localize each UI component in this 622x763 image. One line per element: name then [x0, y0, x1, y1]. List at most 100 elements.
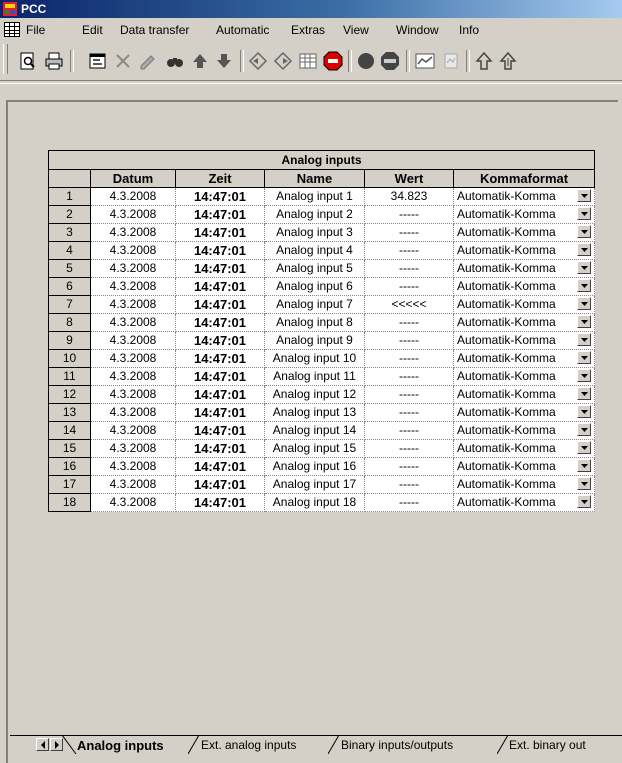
name-cell[interactable]: Analog input 2 [264, 205, 365, 224]
kommaformat-select[interactable]: Automatik-Komma [453, 403, 595, 422]
zeit-cell[interactable]: 14:47:01 [175, 403, 265, 422]
table-row[interactable]: 18 4.3.2008 14:47:01 Analog input 18 ----- Au… [48, 493, 595, 512]
dropdown-button[interactable] [577, 279, 591, 292]
name-cell[interactable]: Analog input 15 [264, 439, 365, 458]
datum-cell[interactable]: 4.3.2008 [90, 277, 176, 296]
up-arrow-icon[interactable] [473, 50, 495, 72]
name-cell[interactable]: Analog input 17 [264, 475, 365, 494]
zeit-cell[interactable]: 14:47:01 [175, 259, 265, 278]
datum-cell[interactable]: 4.3.2008 [90, 259, 176, 278]
chart-icon[interactable] [414, 50, 436, 72]
datum-cell[interactable]: 4.3.2008 [90, 367, 176, 386]
table-row[interactable]: 11 4.3.2008 14:47:01 Analog input 11 ----- Au… [48, 367, 595, 386]
kommaformat-select[interactable]: Automatik-Komma [453, 205, 595, 224]
document-grid-icon[interactable] [4, 22, 20, 37]
kommaformat-select[interactable]: Automatik-Komma [453, 241, 595, 260]
column-header-kommaformat[interactable]: Kommaformat [453, 169, 595, 188]
menu-data-transfer[interactable]: Data transfer [116, 21, 193, 39]
name-cell[interactable]: Analog input 7 [264, 295, 365, 314]
datum-cell[interactable]: 4.3.2008 [90, 187, 176, 206]
record-icon[interactable] [355, 50, 377, 72]
tab-ext-analog-inputs[interactable]: Ext. analog inputs [201, 737, 296, 754]
datum-cell[interactable]: 4.3.2008 [90, 403, 176, 422]
dropdown-button[interactable] [577, 189, 591, 202]
stop-icon[interactable] [379, 50, 401, 72]
zeit-cell[interactable]: 14:47:01 [175, 385, 265, 404]
dropdown-button[interactable] [577, 315, 591, 328]
dropdown-button[interactable] [577, 405, 591, 418]
zeit-cell[interactable]: 14:47:01 [175, 331, 265, 350]
zeit-cell[interactable]: 14:47:01 [175, 241, 265, 260]
table-row[interactable]: 8 4.3.2008 14:47:01 Analog input 8 ----- Auto… [48, 313, 595, 332]
kommaformat-select[interactable]: Automatik-Komma [453, 493, 595, 512]
dropdown-button[interactable] [577, 297, 591, 310]
wert-cell[interactable]: ----- [364, 493, 454, 512]
table-row[interactable]: 3 4.3.2008 14:47:01 Analog input 3 ----- Auto… [48, 223, 595, 242]
zeit-cell[interactable]: 14:47:01 [175, 493, 265, 512]
kommaformat-select[interactable]: Automatik-Komma [453, 259, 595, 278]
wert-cell[interactable]: ----- [364, 277, 454, 296]
zeit-cell[interactable]: 14:47:01 [175, 277, 265, 296]
print-icon[interactable] [43, 50, 65, 72]
datum-cell[interactable]: 4.3.2008 [90, 313, 176, 332]
chart-disabled-icon[interactable] [440, 50, 462, 72]
menu-edit[interactable]: Edit [78, 21, 107, 39]
table-row[interactable]: 6 4.3.2008 14:47:01 Analog input 6 ----- Auto… [48, 277, 595, 296]
dropdown-button[interactable] [577, 207, 591, 220]
arrow-down-icon[interactable] [213, 50, 235, 72]
kommaformat-select[interactable]: Automatik-Komma [453, 421, 595, 440]
zeit-cell[interactable]: 14:47:01 [175, 295, 265, 314]
datum-cell[interactable]: 4.3.2008 [90, 349, 176, 368]
wert-cell[interactable]: ----- [364, 205, 454, 224]
datum-cell[interactable]: 4.3.2008 [90, 457, 176, 476]
menu-extras[interactable]: Extras [287, 21, 329, 39]
name-cell[interactable]: Analog input 6 [264, 277, 365, 296]
zeit-cell[interactable]: 14:47:01 [175, 439, 265, 458]
datum-cell[interactable]: 4.3.2008 [90, 475, 176, 494]
dropdown-button[interactable] [577, 225, 591, 238]
dropdown-button[interactable] [577, 333, 591, 346]
zeit-cell[interactable]: 14:47:01 [175, 367, 265, 386]
name-cell[interactable]: Analog input 10 [264, 349, 365, 368]
menu-view[interactable]: View [339, 21, 373, 39]
menu-automatic[interactable]: Automatic [212, 21, 273, 39]
wert-cell[interactable]: ----- [364, 349, 454, 368]
table-row[interactable]: 10 4.3.2008 14:47:01 Analog input 10 ----- Au… [48, 349, 595, 368]
tab-ext-binary-out[interactable]: Ext. binary out [509, 737, 586, 754]
table-row[interactable]: 14 4.3.2008 14:47:01 Analog input 14 ----- Au… [48, 421, 595, 440]
menu-window[interactable]: Window [392, 21, 443, 39]
table-row[interactable]: 12 4.3.2008 14:47:01 Analog input 12 ----- Au… [48, 385, 595, 404]
wert-cell[interactable]: ----- [364, 313, 454, 332]
wert-cell[interactable]: ----- [364, 421, 454, 440]
column-header-zeit[interactable]: Zeit [175, 169, 265, 188]
column-header-datum[interactable]: Datum [90, 169, 176, 188]
dropdown-button[interactable] [577, 441, 591, 454]
name-cell[interactable]: Analog input 9 [264, 331, 365, 350]
wert-cell[interactable]: ----- [364, 439, 454, 458]
zeit-cell[interactable]: 14:47:01 [175, 223, 265, 242]
datum-cell[interactable]: 4.3.2008 [90, 223, 176, 242]
dropdown-button[interactable] [577, 477, 591, 490]
wert-cell[interactable]: ----- [364, 385, 454, 404]
kommaformat-select[interactable]: Automatik-Komma [453, 349, 595, 368]
table-row[interactable]: 15 4.3.2008 14:47:01 Analog input 15 ----- Au… [48, 439, 595, 458]
dropdown-button[interactable] [577, 243, 591, 256]
kommaformat-select[interactable]: Automatik-Komma [453, 295, 595, 314]
name-cell[interactable]: Analog input 8 [264, 313, 365, 332]
zeit-cell[interactable]: 14:47:01 [175, 349, 265, 368]
datum-cell[interactable]: 4.3.2008 [90, 205, 176, 224]
kommaformat-select[interactable]: Automatik-Komma [453, 313, 595, 332]
kommaformat-select[interactable]: Automatik-Komma [453, 439, 595, 458]
kommaformat-select[interactable]: Automatik-Komma [453, 223, 595, 242]
disconnect-icon[interactable] [272, 50, 294, 72]
kommaformat-select[interactable]: Automatik-Komma [453, 385, 595, 404]
name-cell[interactable]: Analog input 14 [264, 421, 365, 440]
table-row[interactable]: 2 4.3.2008 14:47:01 Analog input 2 ----- Auto… [48, 205, 595, 224]
column-header-wert[interactable]: Wert [364, 169, 454, 188]
datum-cell[interactable]: 4.3.2008 [90, 295, 176, 314]
table-row[interactable]: 4 4.3.2008 14:47:01 Analog input 4 ----- Auto… [48, 241, 595, 260]
wert-cell[interactable]: <<<<< [364, 295, 454, 314]
zeit-cell[interactable]: 14:47:01 [175, 205, 265, 224]
dropdown-button[interactable] [577, 351, 591, 364]
down-arrow-icon[interactable] [497, 50, 519, 72]
